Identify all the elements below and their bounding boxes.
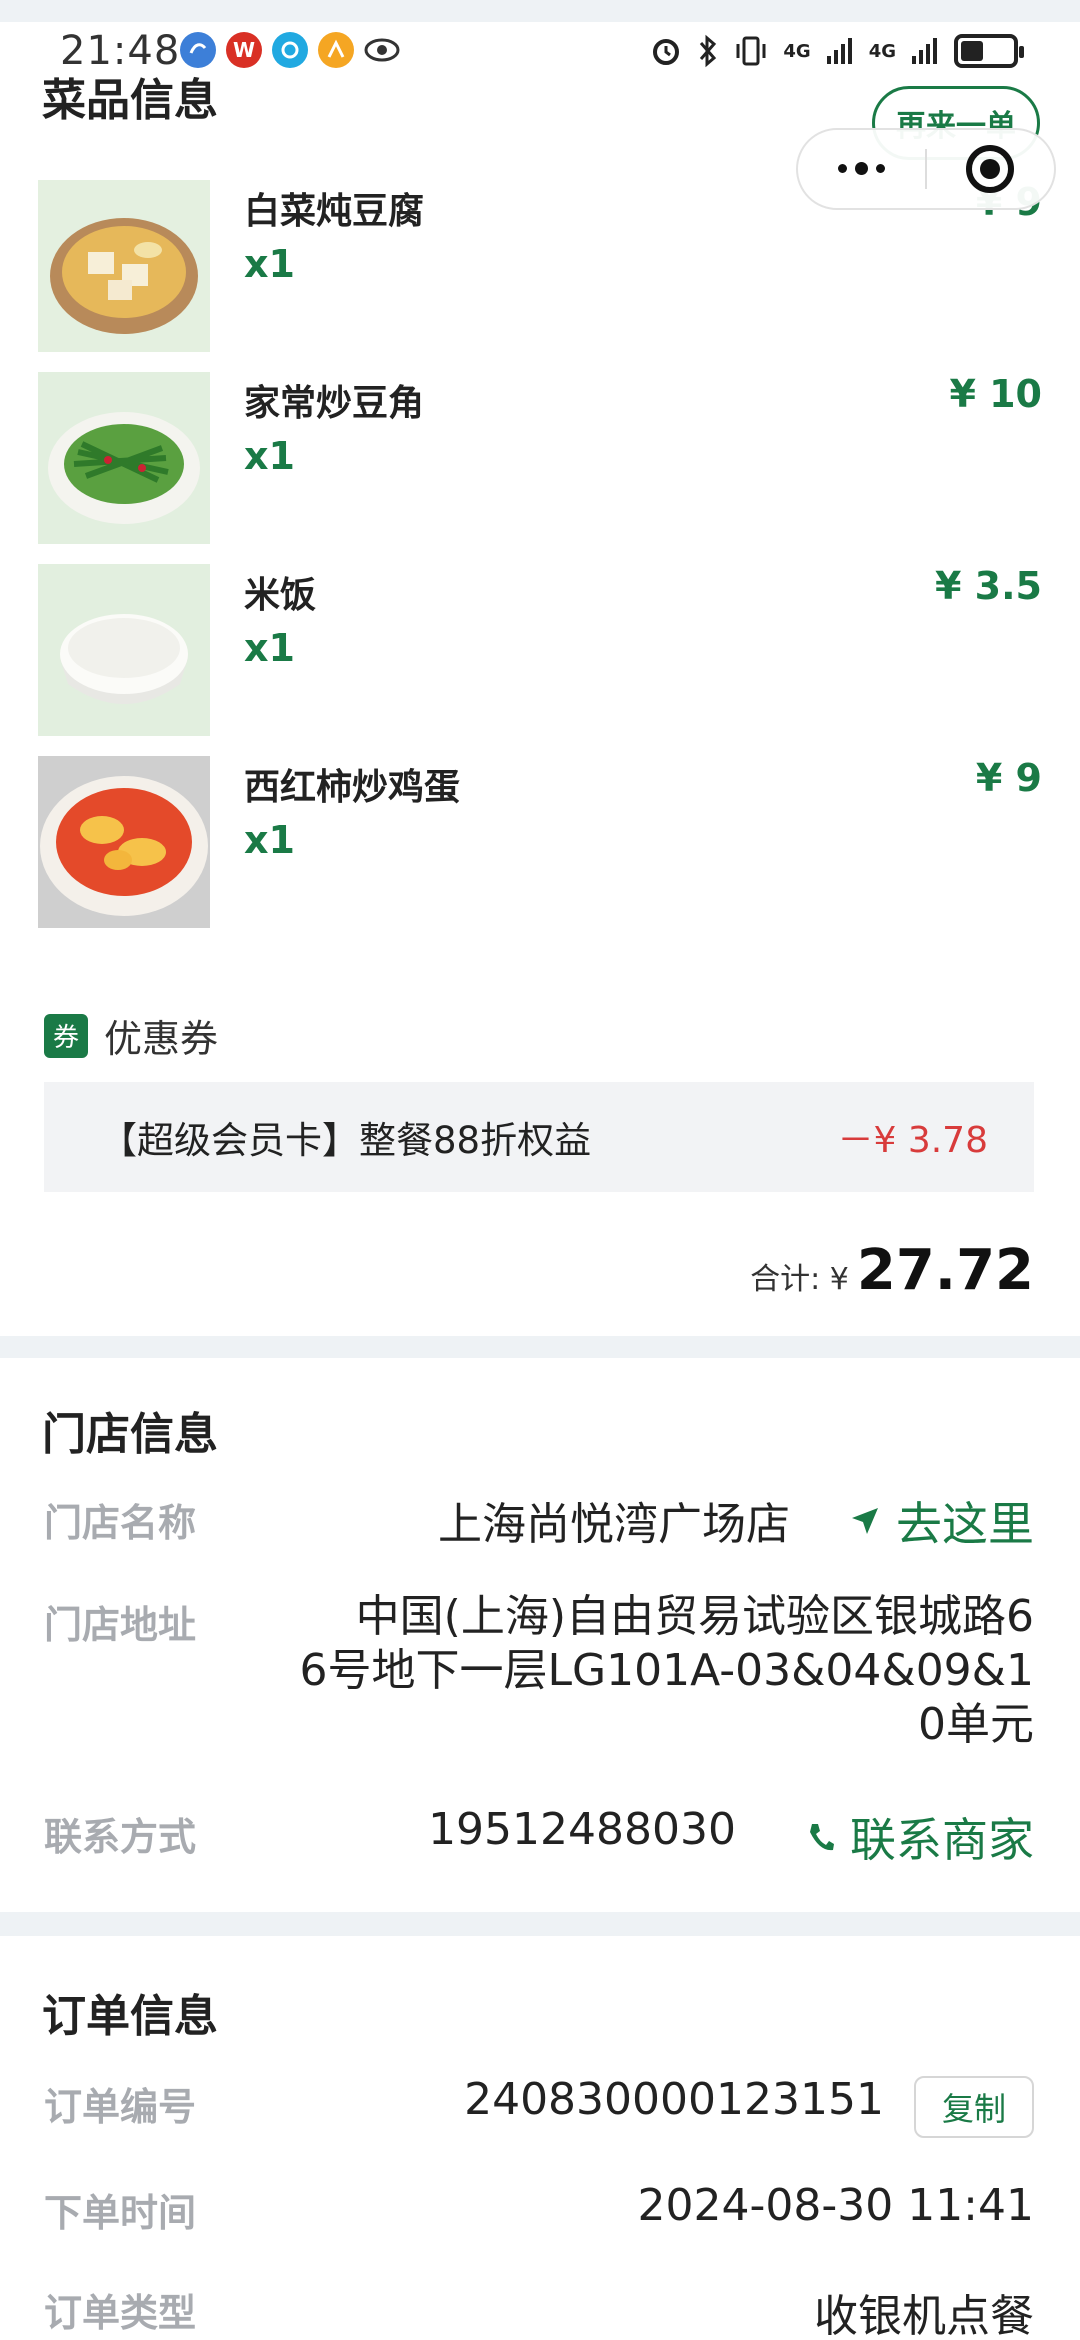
coupon-label: 优惠券 — [104, 1017, 219, 1061]
contact-merchant-label: 联系商家 — [850, 1813, 1034, 1867]
status-bar: 21:48 W 4G 4G — [0, 22, 1080, 82]
wps-icon: W — [226, 32, 262, 68]
address-line: 中国(上海)自由贸易试验区银城路6 — [355, 1591, 1034, 1642]
store-card: 门店信息 门店名称 上海尚悦湾广场店 去这里 门店地址 中国(上海)自由贸易试验… — [0, 1358, 1080, 1912]
more-options-icon[interactable] — [798, 161, 925, 175]
dish-image — [38, 756, 210, 928]
phone-icon — [810, 1824, 834, 1851]
dish-price: ¥ 3.5 — [935, 564, 1042, 608]
order-type-label: 订单类型 — [44, 2291, 197, 2335]
status-app-icons: W — [180, 32, 400, 68]
coupon-badge-icon: 券 — [44, 1013, 88, 1058]
total-label: 合计: ¥ — [750, 1262, 849, 1297]
signal-icon-1 — [826, 38, 852, 64]
dish-price: ¥ 10 — [949, 372, 1042, 416]
dishes-card: 菜品信息 再来一单 白菜炖豆腐 x1 ¥ 9 — [0, 22, 1080, 1336]
close-miniprogram-icon[interactable] — [927, 145, 1054, 193]
dish-image — [38, 180, 210, 352]
coupon-description: 【超级会员卡】整餐88折权益 — [100, 1119, 592, 1162]
store-section-title: 门店信息 — [42, 1409, 218, 1460]
blue-app-icon — [180, 32, 216, 68]
coupon-row: 【超级会员卡】整餐88折权益 －¥ 3.78 — [44, 1082, 1034, 1192]
battery-icon — [954, 34, 1024, 68]
coupon-header: 券 优惠券 — [44, 1008, 218, 1063]
contact-label: 联系方式 — [44, 1815, 197, 1859]
store-address-label: 门店地址 — [44, 1603, 197, 1647]
order-number-label: 订单编号 — [44, 2085, 197, 2129]
store-name-label: 门店名称 — [44, 1501, 197, 1545]
order-card: 订单信息 订单编号 240830000123151 复制 下单时间 2024-0… — [0, 1936, 1080, 2340]
total-value: 27.72 — [856, 1238, 1034, 1303]
eye-icon — [364, 32, 400, 68]
store-address-value: 中国(上海)自由贸易试验区银城路6 6号地下一层LG101A-03&04&09&… — [254, 1590, 1035, 1752]
dish-item[interactable]: 米饭 x1 ¥ 3.5 — [38, 564, 1042, 736]
game-icon — [318, 32, 354, 68]
dish-quantity: x1 — [244, 818, 295, 862]
signal-icon-2 — [912, 38, 937, 64]
dish-item[interactable]: 西红柿炒鸡蛋 x1 ¥ 9 — [38, 756, 1042, 928]
copy-button[interactable]: 复制 — [914, 2076, 1034, 2138]
coupon-discount-amount: －¥ 3.78 — [837, 1120, 988, 1161]
dish-image — [38, 564, 210, 736]
address-line: 6号地下一层LG101A-03&04&09&1 — [299, 1645, 1035, 1696]
store-name-value: 上海尚悦湾广场店 — [438, 1499, 790, 1550]
dish-quantity: x1 — [244, 626, 295, 670]
dish-name: 家常炒豆角 — [244, 383, 425, 424]
order-number-value: 240830000123151 — [464, 2074, 884, 2125]
bluetooth-icon — [700, 34, 717, 68]
status-time: 21:48 — [60, 28, 181, 74]
contact-phone: 19512488030 — [428, 1804, 736, 1855]
contact-merchant-link[interactable]: 联系商家 — [806, 1804, 1034, 1870]
order-time-value: 2024-08-30 11:41 — [637, 2180, 1035, 2231]
order-time-label: 下单时间 — [44, 2191, 197, 2235]
dish-quantity: x1 — [244, 434, 295, 478]
dish-name: 米饭 — [244, 575, 317, 616]
address-line: 0单元 — [918, 1699, 1034, 1750]
navigate-link[interactable]: 去这里 — [848, 1488, 1034, 1554]
dish-name: 白菜炖豆腐 — [244, 191, 425, 232]
dish-item[interactable]: 家常炒豆角 x1 ¥ 10 — [38, 372, 1042, 544]
network-4g-label-2: 4G — [868, 40, 896, 62]
navigation-arrow-icon — [852, 1508, 878, 1534]
network-4g-label-1: 4G — [783, 40, 811, 62]
status-indicators: 4G 4G — [649, 34, 1024, 68]
order-section-title: 订单信息 — [42, 1991, 218, 2042]
dish-quantity: x1 — [244, 242, 295, 286]
browser-icon — [272, 32, 308, 68]
vibrate-icon — [736, 36, 766, 66]
dish-price: ¥ 9 — [975, 756, 1042, 800]
order-type-value: 收银机点餐 — [814, 2291, 1034, 2340]
dish-name: 西红柿炒鸡蛋 — [244, 767, 461, 808]
dish-image — [38, 372, 210, 544]
navigate-label: 去这里 — [896, 1497, 1034, 1551]
alarm-icon — [653, 39, 680, 65]
miniprogram-capsule — [796, 128, 1056, 210]
order-total: 合计: ¥ 27.72 — [750, 1238, 1034, 1303]
